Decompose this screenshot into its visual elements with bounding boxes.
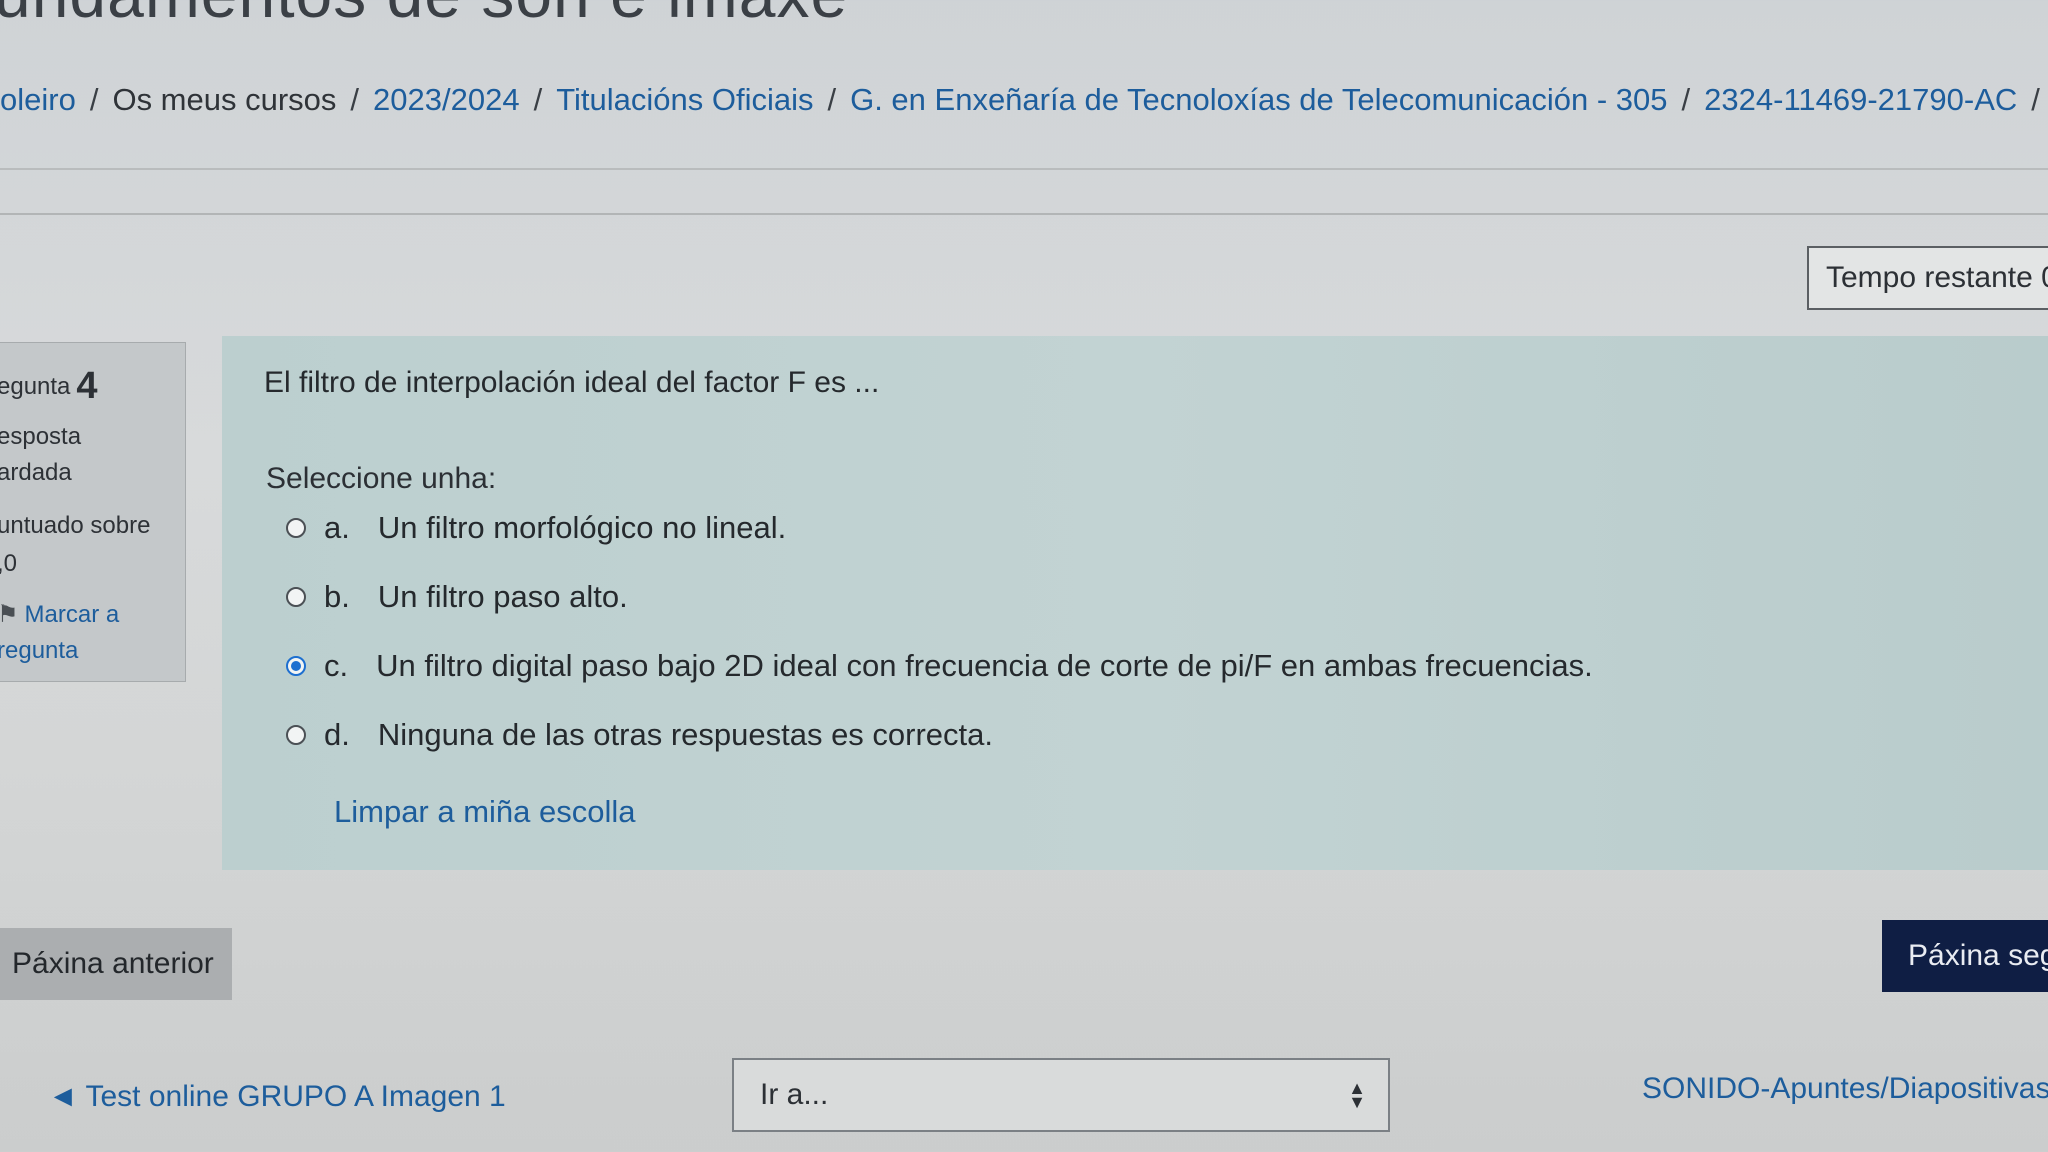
divider bbox=[0, 213, 2048, 215]
question-state: esposta ardada bbox=[0, 423, 82, 486]
flag-icon: ⚑ bbox=[0, 601, 19, 628]
question-info-panel: egunta4 esposta ardada untuado sobre ,0 … bbox=[0, 342, 186, 682]
answer-option-d[interactable]: d. Ninguna de las otras respuestas es co… bbox=[286, 717, 993, 753]
time-remaining-label: Tempo restante 0 bbox=[1826, 261, 2048, 294]
breadcrumb-program-link[interactable]: G. en Enxeñaría de Tecnoloxías de Teleco… bbox=[850, 82, 1667, 117]
answer-prompt: Seleccione unha: bbox=[266, 462, 497, 495]
breadcrumb-my-courses-link[interactable]: Os meus cursos bbox=[112, 82, 336, 117]
question-grade: untuado sobre ,0 bbox=[0, 512, 151, 577]
next-page-button[interactable]: Páxina seg bbox=[1882, 920, 2048, 992]
answer-option-b[interactable]: b. Un filtro paso alto. bbox=[286, 579, 628, 615]
answer-radio-b[interactable] bbox=[286, 587, 306, 607]
question-number: 4 bbox=[76, 365, 98, 407]
answer-radio-c[interactable] bbox=[286, 656, 306, 676]
question-formulation: El filtro de interpolación ideal del fac… bbox=[222, 336, 2048, 870]
next-activity-link[interactable]: SONIDO-Apuntes/Diapositivas bbox=[1642, 1072, 2048, 1106]
jump-to-select[interactable]: Ir a... ▲ ▼ bbox=[732, 1058, 1390, 1132]
time-remaining-box: Tempo restante 0 bbox=[1807, 246, 2048, 310]
flag-question-link[interactable]: ⚑ Marcar a regunta bbox=[0, 597, 177, 669]
question-label: egunta bbox=[0, 373, 71, 400]
previous-page-button[interactable]: Páxina anterior bbox=[0, 928, 232, 1000]
arrow-left-icon: ◄ bbox=[48, 1080, 78, 1113]
breadcrumb: oleiro / Os meus cursos/2023/2024/Titulaci… bbox=[0, 82, 2040, 117]
breadcrumb-home-link[interactable]: oleiro bbox=[0, 82, 76, 117]
answer-radio-a[interactable] bbox=[286, 518, 306, 538]
previous-activity-link[interactable]: ◄ Test online GRUPO A Imagen 1 bbox=[48, 1080, 506, 1114]
answer-option-a[interactable]: a. Un filtro morfológico no lineal. bbox=[286, 510, 786, 546]
page-title: undamentos de son e imaxe bbox=[0, 0, 848, 32]
answer-option-c[interactable]: c. Un filtro digital paso bajo 2D ideal … bbox=[286, 648, 1593, 684]
breadcrumb-course-link[interactable]: 2324-11469-21790-AC bbox=[1704, 82, 2017, 117]
select-arrows-icon: ▲ ▼ bbox=[1348, 1078, 1366, 1112]
clear-choice-link[interactable]: Limpar a miña escolla bbox=[334, 794, 636, 830]
breadcrumb-year-link[interactable]: 2023/2024 bbox=[373, 82, 520, 117]
question-text: El filtro de interpolación ideal del fac… bbox=[264, 366, 880, 399]
breadcrumb-degrees-link[interactable]: Titulacións Oficiais bbox=[556, 82, 813, 117]
divider bbox=[0, 168, 2048, 170]
answer-radio-d[interactable] bbox=[286, 725, 306, 745]
